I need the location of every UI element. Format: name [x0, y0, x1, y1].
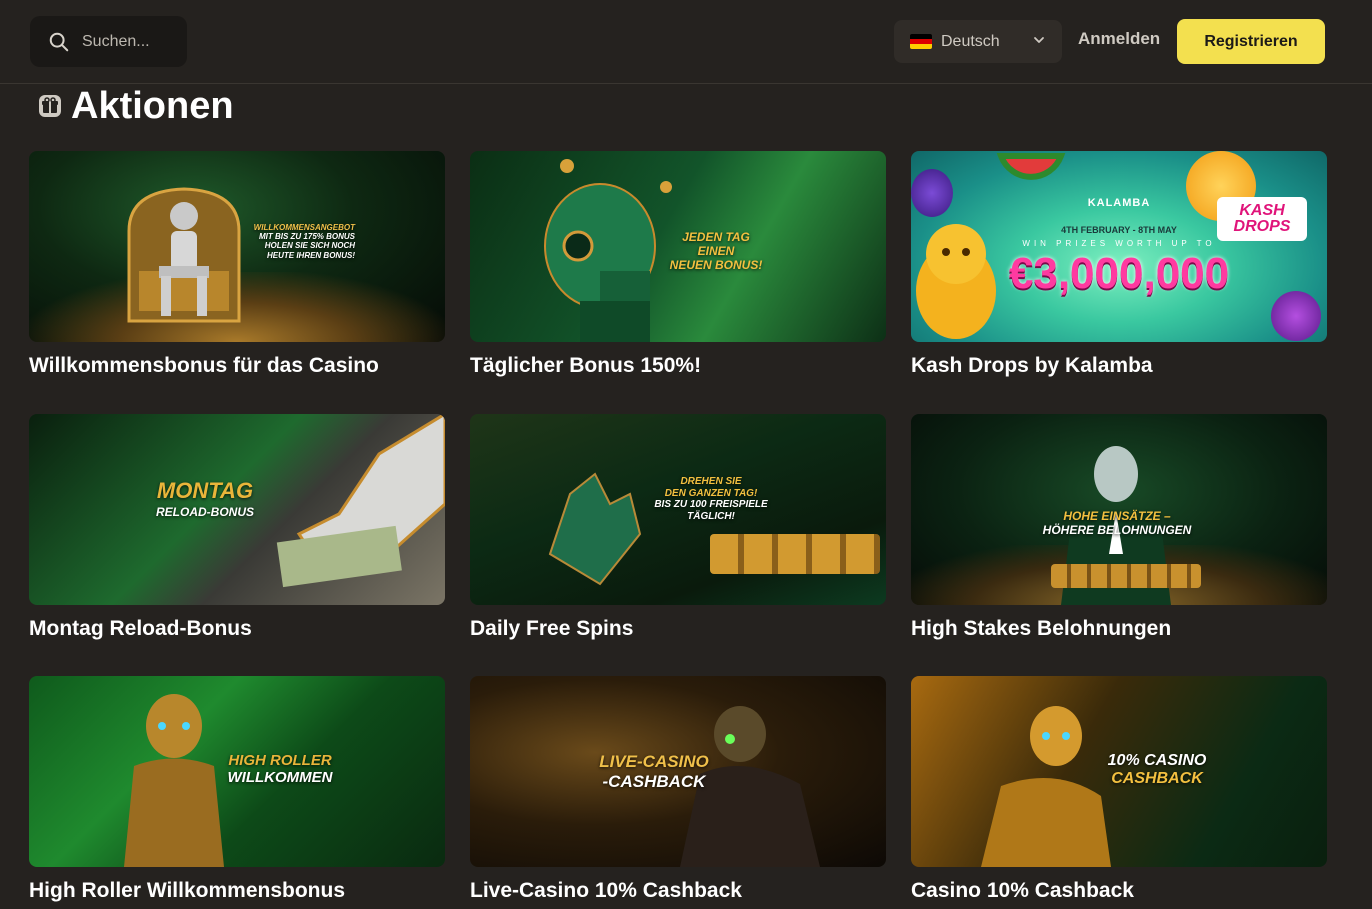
- promo-title[interactable]: High Stakes Belohnungen: [911, 617, 1327, 641]
- robot-hand-coins-image: [548, 472, 642, 586]
- banner-text-line: 10% CASINO: [1107, 752, 1207, 769]
- promo-title[interactable]: Daily Free Spins: [470, 617, 886, 641]
- promo-banner-image[interactable]: WILLKOMMENSANGEBOT MIT BIS ZU 175% BONUS…: [29, 151, 445, 342]
- banner-text-line: WILLKOMMEN: [227, 769, 333, 787]
- register-button[interactable]: Registrieren: [1177, 19, 1325, 64]
- page-title: Aktionen: [71, 84, 234, 127]
- page-title-row: Aktionen: [38, 84, 234, 127]
- promo-banner-image[interactable]: HOHE EINSÄTZE – HÖHERE BELOHNUNGEN: [911, 414, 1327, 605]
- search-icon: [49, 32, 69, 51]
- search-input[interactable]: Suchen...: [82, 33, 150, 51]
- promo-banner-image[interactable]: KALAMBA 4TH FEBRUARY - 8TH MAY WIN PRIZE…: [911, 151, 1327, 342]
- coins-stack-image: [710, 534, 880, 574]
- banner-text-line: HIGH ROLLER: [228, 752, 332, 769]
- search-box[interactable]: Suchen...: [30, 16, 187, 67]
- banner-text-line: CASHBACK: [1111, 770, 1203, 788]
- promo-title[interactable]: Willkommensbonus für das Casino: [29, 354, 445, 378]
- banner-text-line: HÖHERE BELOHNUNGEN: [1042, 522, 1192, 537]
- promo-card[interactable]: WILLKOMMENSANGEBOT MIT BIS ZU 175% BONUS…: [29, 151, 445, 378]
- promo-card[interactable]: HIGH ROLLER WILLKOMMEN High Roller Willk…: [29, 676, 445, 903]
- promo-card[interactable]: MONTAG RELOAD-BONUS Montag Reload-Bonus: [29, 414, 445, 641]
- coins-image: [1051, 564, 1201, 588]
- banner-text-line: NEUEN BONUS!: [669, 257, 763, 272]
- banner-text-line: DREHEN SIE: [680, 476, 742, 487]
- promo-title[interactable]: Live-Casino 10% Cashback: [470, 879, 886, 903]
- promo-card[interactable]: HOHE EINSÄTZE – HÖHERE BELOHNUNGEN High …: [911, 414, 1327, 641]
- promo-title[interactable]: Kash Drops by Kalamba: [911, 354, 1327, 378]
- banner-text-line: WILLKOMMENSANGEBOT: [253, 223, 355, 232]
- promo-card[interactable]: KALAMBA 4TH FEBRUARY - 8TH MAY WIN PRIZE…: [911, 151, 1327, 378]
- chevron-down-icon: [1034, 37, 1044, 43]
- promo-banner-image[interactable]: MONTAG RELOAD-BONUS: [29, 414, 445, 605]
- promo-banner-image[interactable]: HIGH ROLLER WILLKOMMEN: [29, 676, 445, 867]
- promo-card[interactable]: 10% CASINO CASHBACK Casino 10% Cashback: [911, 676, 1327, 903]
- language-label: Deutsch: [941, 32, 1000, 50]
- promo-card[interactable]: JEDEN TAG EINEN NEUEN BONUS! Täglicher B…: [470, 151, 886, 378]
- language-select[interactable]: Deutsch: [894, 20, 1062, 63]
- banner-text-line: €3,000,000: [1008, 249, 1230, 298]
- grapes-image: [911, 169, 953, 217]
- promo-banner-image[interactable]: 10% CASINO CASHBACK: [911, 676, 1327, 867]
- promo-card[interactable]: DREHEN SIE DEN GANZEN TAG! BIS ZU 100 FR…: [470, 414, 886, 641]
- kash-drops-logo: KASH DROPS: [1217, 197, 1307, 241]
- banner-text-line: HOHE EINSÄTZE –: [1063, 509, 1171, 523]
- promo-banner-image[interactable]: DREHEN SIE DEN GANZEN TAG! BIS ZU 100 FR…: [470, 414, 886, 605]
- banner-text-line: MIT BIS ZU 175% BONUS: [258, 232, 355, 242]
- banner-text-line: BIS ZU 100 FREISPIELE: [654, 499, 768, 510]
- coins-image: [660, 181, 672, 193]
- robot-hand-image: [276, 414, 445, 588]
- promo-title[interactable]: High Roller Willkommensbonus: [29, 879, 445, 903]
- promo-banner-image[interactable]: JEDEN TAG EINEN NEUEN BONUS!: [470, 151, 886, 342]
- gold-robot-image: [124, 694, 224, 867]
- top-header: Suchen... Deutsch Anmelden Registrieren: [0, 0, 1372, 84]
- gift-icon: [39, 95, 61, 117]
- banner-text-line: HEUTE IHREN BONUS!: [266, 250, 355, 260]
- banner-text-line: TÄGLICH!: [687, 510, 735, 522]
- banner-text-line: MONTAG: [156, 478, 254, 503]
- banner-text-line: -CASHBACK: [602, 771, 706, 791]
- promo-title[interactable]: Täglicher Bonus 150%!: [470, 354, 886, 378]
- banner-text-line: HOLEN SIE SICH NOCH: [264, 241, 355, 251]
- promo-title[interactable]: Casino 10% Cashback: [911, 879, 1327, 903]
- login-button[interactable]: Anmelden: [1078, 29, 1160, 49]
- promo-card[interactable]: LIVE-CASINO -CASHBACK Live-Casino 10% Ca…: [470, 676, 886, 903]
- promo-title[interactable]: Montag Reload-Bonus: [29, 617, 445, 641]
- promo-banner-image[interactable]: LIVE-CASINO -CASHBACK: [470, 676, 886, 867]
- banner-text-line: JEDEN TAG EINEN: [682, 230, 750, 258]
- banner-text-line: RELOAD-BONUS: [156, 505, 254, 519]
- coins-image: [560, 159, 574, 173]
- german-flag-icon: [910, 34, 932, 49]
- robot-head-image: [544, 183, 656, 342]
- banner-text-line: LIVE-CASINO: [599, 752, 709, 771]
- banner-text-line: DEN GANZEN TAG!: [664, 487, 758, 499]
